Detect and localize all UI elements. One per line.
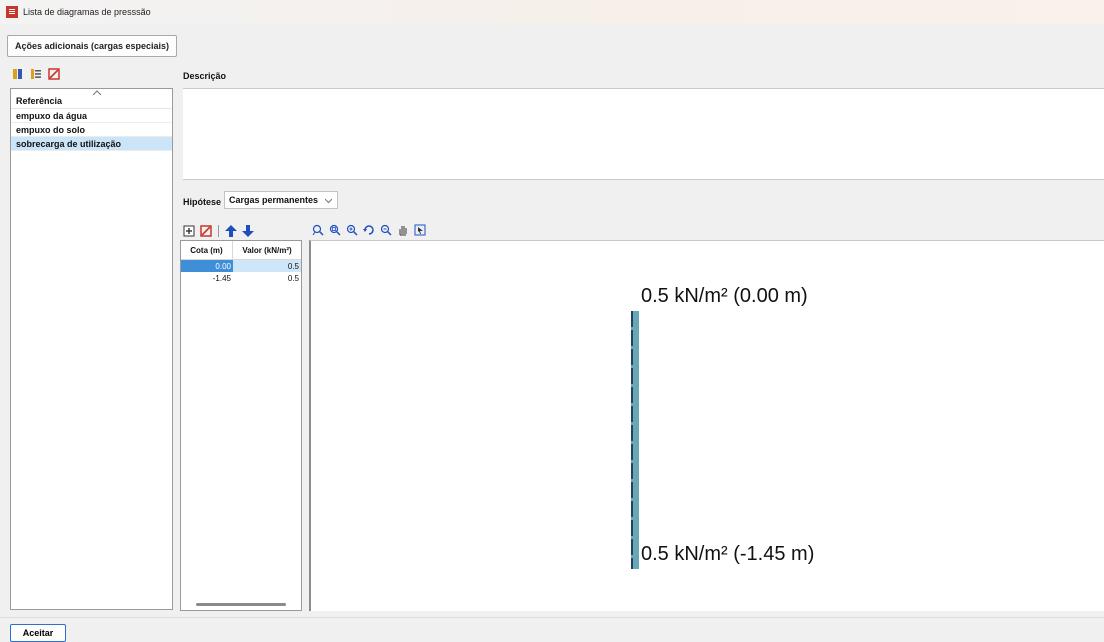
list-item[interactable]: empuxo do solo: [11, 123, 172, 137]
hypothesis-select[interactable]: Cargas permanentes: [224, 191, 338, 209]
zoom-window-icon[interactable]: [329, 224, 341, 236]
sort-ascending-icon: [93, 90, 101, 95]
zoom-extents-icon[interactable]: [312, 224, 324, 236]
hypothesis-selected-value: Cargas permanentes: [229, 195, 319, 205]
table-header: Cota (m) Valor (kN/m²): [181, 241, 301, 260]
delete-reference-icon[interactable]: [48, 68, 60, 80]
column-header-valor[interactable]: Valor (kN/m²): [233, 241, 301, 259]
toolbar-separator: [218, 225, 219, 237]
description-field[interactable]: [183, 88, 1104, 180]
list-item[interactable]: empuxo da água: [11, 109, 172, 123]
zoom-out-icon[interactable]: [380, 224, 392, 236]
chevron-down-icon: [325, 198, 332, 204]
list-item[interactable]: sobrecarga de utilização: [11, 137, 172, 151]
reference-toolbar: [12, 68, 60, 80]
wall-axis-line: [631, 311, 633, 569]
add-row-icon[interactable]: [183, 225, 195, 237]
footer-bar: [0, 617, 1104, 641]
add-reference-icon[interactable]: [12, 68, 24, 80]
diagram-canvas[interactable]: 0.5 kN/m² (0.00 m) 0.5 kN/m² (-1.45 m): [309, 240, 1104, 611]
cell-cota[interactable]: 0.00: [181, 260, 233, 272]
move-up-icon[interactable]: [225, 225, 237, 237]
select-window-icon[interactable]: [414, 224, 426, 236]
cell-valor[interactable]: 0.5: [233, 260, 301, 272]
accept-button[interactable]: Aceitar: [10, 624, 66, 642]
move-down-icon[interactable]: [242, 225, 254, 237]
description-label: Descrição: [183, 71, 227, 81]
reference-column-header[interactable]: Referência: [11, 89, 172, 109]
pan-hand-icon[interactable]: [397, 224, 409, 236]
title-bar: Lista de diagramas de presssão: [0, 0, 1104, 24]
diagram-top-label: 0.5 kN/m² (0.00 m): [641, 285, 808, 307]
reference-header-label: Referência: [16, 96, 63, 106]
view-toolbar: [312, 224, 426, 236]
reference-list[interactable]: Referência empuxo da água empuxo do solo…: [10, 88, 173, 610]
diagram-bottom-label: 0.5 kN/m² (-1.45 m): [641, 543, 815, 565]
pressure-values-table[interactable]: Cota (m) Valor (kN/m²) 0.00 0.5 -1.45 0.…: [180, 240, 302, 611]
zoom-in-icon[interactable]: [346, 224, 358, 236]
hypothesis-label: Hipótese: [183, 197, 222, 207]
additional-actions-button[interactable]: Ações adicionais (cargas especiais): [7, 35, 177, 57]
table-row[interactable]: 0.00 0.5: [181, 260, 301, 272]
table-row[interactable]: -1.45 0.5: [181, 272, 301, 284]
edit-reference-icon[interactable]: [30, 68, 42, 80]
table-toolbar: [183, 225, 254, 237]
column-header-cota[interactable]: Cota (m): [181, 241, 233, 259]
app-icon: [6, 6, 18, 18]
cell-cota[interactable]: -1.45: [181, 272, 233, 284]
horizontal-scrollbar[interactable]: [196, 603, 286, 606]
delete-row-icon[interactable]: [200, 225, 212, 237]
cell-valor[interactable]: 0.5: [233, 272, 301, 284]
rotate-icon[interactable]: [363, 224, 375, 236]
window-title: Lista de diagramas de presssão: [23, 7, 151, 17]
